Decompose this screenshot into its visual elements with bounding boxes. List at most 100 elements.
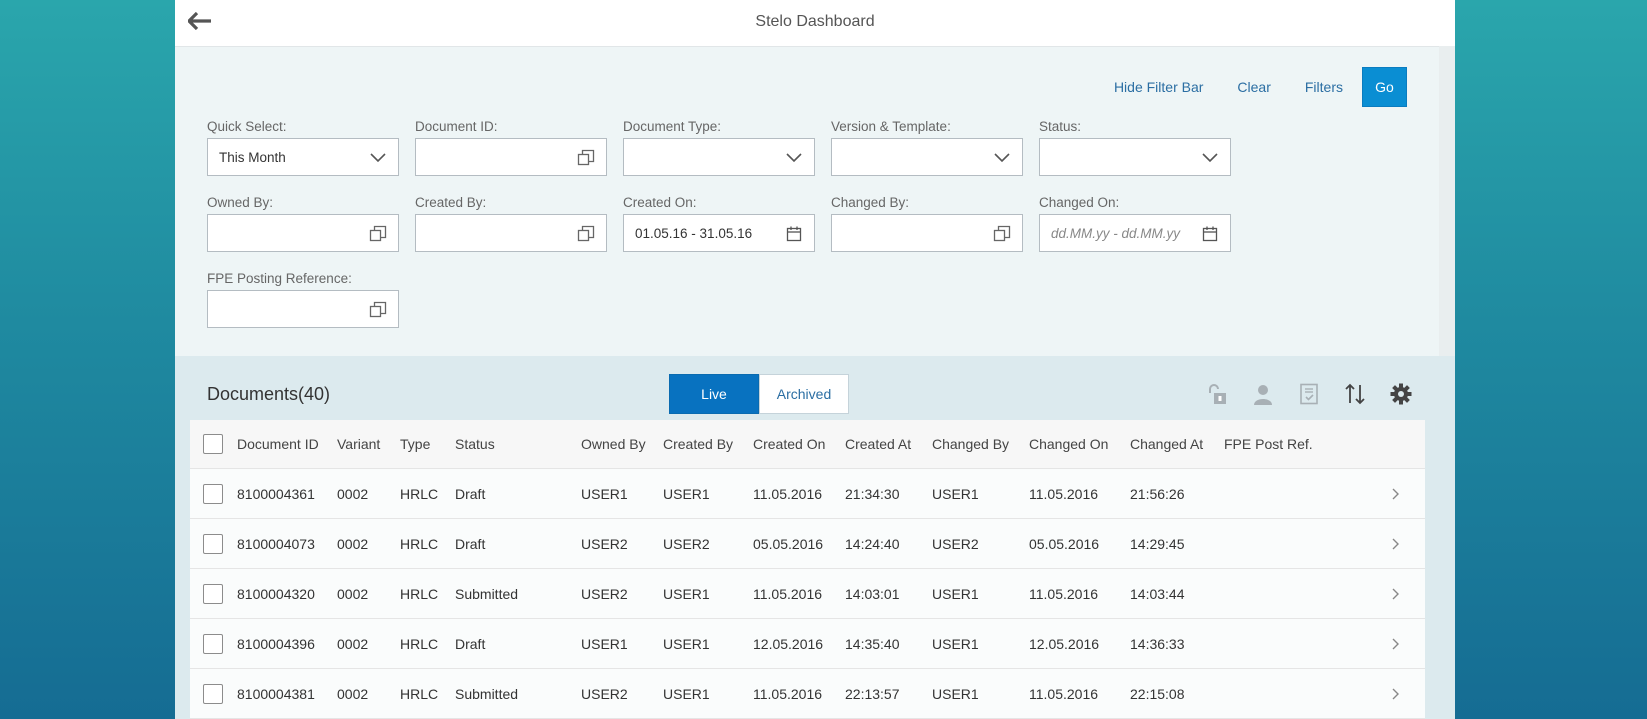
changed-on-label: Changed On:	[1039, 195, 1120, 210]
row-checkbox[interactable]	[203, 483, 223, 504]
table-row[interactable]: 8100004320 0002 HRLC Submitted USER2 USE…	[190, 569, 1425, 619]
created-on-date-range[interactable]: 01.05.16 - 31.05.16	[623, 214, 815, 252]
col-document-id[interactable]: Document ID	[237, 436, 319, 452]
quick-select-value: This Month	[219, 149, 286, 165]
filter-scrollbar[interactable]	[1439, 46, 1455, 356]
document-type-field: Document Type:	[623, 118, 815, 176]
cell-created-by: USER1	[663, 685, 710, 702]
col-changed-by[interactable]: Changed By	[932, 436, 1009, 452]
changed-by-input[interactable]	[831, 214, 1023, 252]
cell-changed-on: 11.05.2016	[1029, 485, 1099, 502]
documents-table: Document ID Variant Type Status Owned By…	[190, 420, 1425, 719]
status-dropdown[interactable]	[1039, 138, 1231, 176]
cell-owned-by: USER2	[581, 535, 628, 552]
cell-status: Draft	[455, 635, 486, 652]
document-id-label: Document ID:	[415, 119, 498, 134]
approve-document-icon[interactable]	[1297, 382, 1321, 406]
cell-created-at: 21:34:30	[845, 485, 900, 502]
cell-created-at: 22:13:57	[845, 685, 900, 702]
cell-document-id: 8100004396	[237, 635, 315, 652]
select-all-checkbox[interactable]	[203, 434, 223, 454]
settings-gear-icon[interactable]	[1389, 382, 1413, 406]
cell-owned-by: USER2	[581, 585, 628, 602]
cell-changed-by: USER1	[932, 685, 979, 702]
value-help-icon[interactable]	[992, 224, 1012, 244]
chevron-right-icon[interactable]	[1391, 537, 1401, 551]
cell-variant: 0002	[337, 635, 369, 652]
calendar-icon[interactable]	[784, 224, 804, 244]
table-tools	[1183, 382, 1413, 406]
cell-owned-by: USER1	[581, 485, 628, 502]
row-checkbox[interactable]	[203, 583, 223, 604]
changed-on-placeholder: dd.MM.yy - dd.MM.yy	[1051, 225, 1181, 241]
version-template-label: Version & Template:	[831, 119, 951, 134]
cell-created-at: 14:35:40	[845, 635, 900, 652]
cell-status: Submitted	[455, 685, 519, 702]
cell-owned-by: USER2	[581, 685, 628, 702]
value-help-icon[interactable]	[576, 148, 596, 168]
chevron-right-icon[interactable]	[1391, 587, 1401, 601]
chevron-right-icon[interactable]	[1391, 487, 1401, 501]
cell-document-id: 8100004073	[237, 535, 315, 552]
row-checkbox[interactable]	[203, 533, 223, 554]
filter-bar: Hide Filter Bar Clear Filters Go Quick S…	[175, 47, 1455, 357]
col-owned-by[interactable]: Owned By	[581, 436, 646, 452]
table-row[interactable]: 8100004396 0002 HRLC Draft USER1 USER1 1…	[190, 619, 1425, 669]
go-button[interactable]: Go	[1362, 67, 1407, 107]
filters-button[interactable]: Filters	[1288, 79, 1360, 95]
value-help-icon[interactable]	[368, 300, 388, 320]
value-help-icon[interactable]	[368, 224, 388, 244]
quick-select-field: Quick Select: This Month	[207, 118, 399, 176]
cell-created-on: 05.05.2016	[753, 535, 824, 552]
version-template-dropdown[interactable]	[831, 138, 1023, 176]
sort-icon[interactable]	[1343, 382, 1367, 406]
col-created-at[interactable]: Created At	[845, 436, 911, 452]
clear-button[interactable]: Clear	[1220, 79, 1287, 95]
owned-by-input[interactable]	[207, 214, 399, 252]
document-id-input[interactable]	[415, 138, 607, 176]
col-status[interactable]: Status	[455, 436, 495, 452]
table-row[interactable]: 8100004073 0002 HRLC Draft USER2 USER2 0…	[190, 519, 1425, 569]
col-type[interactable]: Type	[400, 436, 430, 452]
cell-changed-by: USER1	[932, 485, 979, 502]
cell-document-id: 8100004320	[237, 585, 315, 602]
col-changed-at[interactable]: Changed At	[1130, 436, 1203, 452]
cell-created-by: USER1	[663, 485, 710, 502]
cell-type: HRLC	[400, 685, 439, 702]
status-label: Status:	[1039, 119, 1082, 134]
fpe-posting-reference-input[interactable]	[207, 290, 399, 328]
changed-on-date-range[interactable]: dd.MM.yy - dd.MM.yy	[1039, 214, 1231, 252]
live-archived-toggle: Live Archived	[669, 374, 849, 414]
unlock-icon[interactable]	[1205, 382, 1229, 406]
chevron-right-icon[interactable]	[1391, 687, 1401, 701]
cell-owned-by: USER1	[581, 635, 628, 652]
created-by-input[interactable]	[415, 214, 607, 252]
table-row[interactable]: 8100004381 0002 HRLC Submitted USER2 USE…	[190, 669, 1425, 719]
cell-document-id: 8100004381	[237, 685, 315, 702]
document-type-dropdown[interactable]	[623, 138, 815, 176]
col-changed-on[interactable]: Changed On	[1029, 436, 1108, 452]
chevron-down-icon	[368, 148, 388, 168]
col-created-by[interactable]: Created By	[663, 436, 733, 452]
cell-created-at: 14:24:40	[845, 535, 900, 552]
cell-type: HRLC	[400, 635, 439, 652]
tab-archived[interactable]: Archived	[759, 374, 849, 414]
col-created-on[interactable]: Created On	[753, 436, 825, 452]
changed-by-label: Changed By:	[831, 195, 910, 210]
chevron-right-icon[interactable]	[1391, 637, 1401, 651]
cell-changed-at: 14:29:45	[1130, 535, 1185, 552]
col-variant[interactable]: Variant	[337, 436, 380, 452]
col-fpe-post-ref[interactable]: FPE Post Ref.	[1224, 436, 1313, 452]
person-icon[interactable]	[1251, 382, 1275, 406]
document-type-label: Document Type:	[623, 119, 722, 134]
hide-filter-bar-button[interactable]: Hide Filter Bar	[1097, 79, 1220, 95]
value-help-icon[interactable]	[576, 224, 596, 244]
tab-live[interactable]: Live	[669, 374, 759, 414]
row-checkbox[interactable]	[203, 683, 223, 704]
owned-by-label: Owned By:	[207, 195, 274, 210]
table-row[interactable]: 8100004361 0002 HRLC Draft USER1 USER1 1…	[190, 469, 1425, 519]
quick-select-dropdown[interactable]: This Month	[207, 138, 399, 176]
row-checkbox[interactable]	[203, 633, 223, 654]
calendar-icon[interactable]	[1200, 224, 1220, 244]
cell-created-on: 12.05.2016	[753, 635, 824, 652]
